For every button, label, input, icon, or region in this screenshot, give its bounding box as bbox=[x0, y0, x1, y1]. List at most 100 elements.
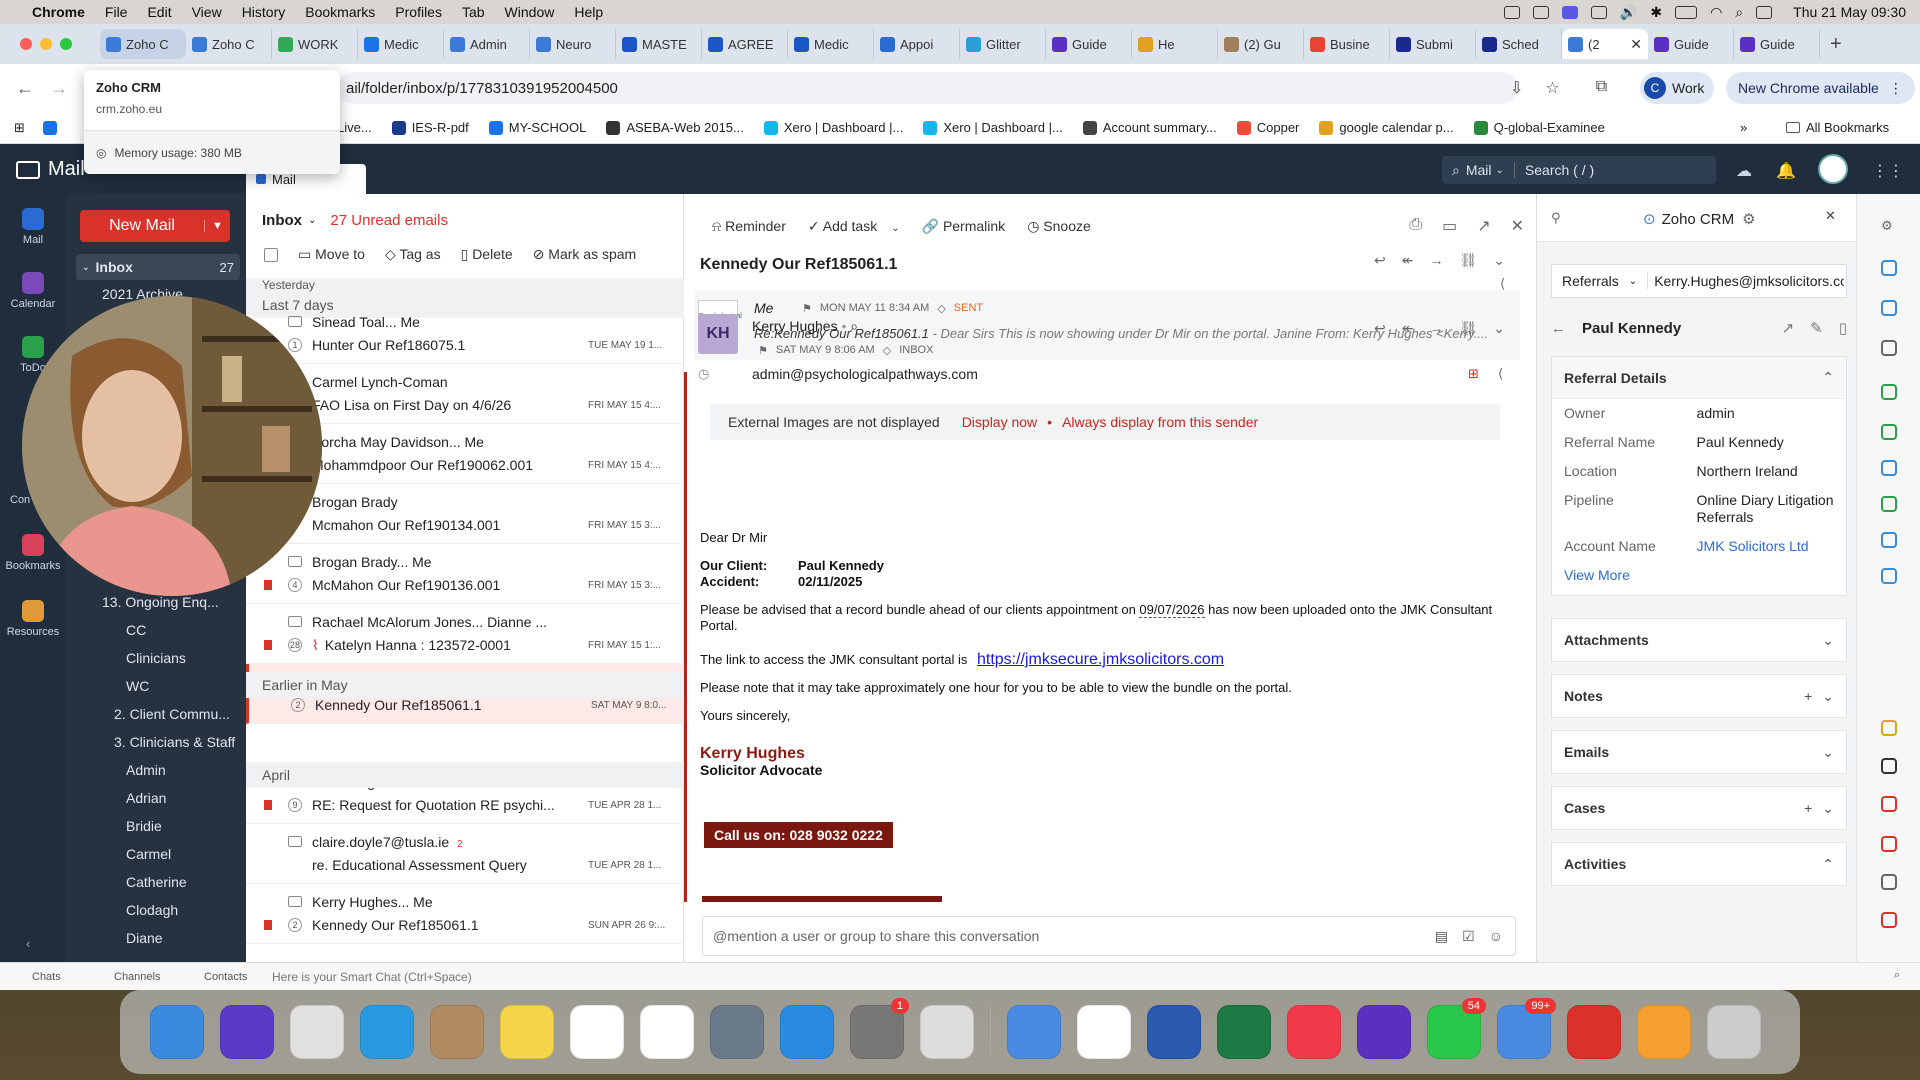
acrobat-icon[interactable] bbox=[1567, 1005, 1621, 1059]
popout-icon[interactable]: ↗ bbox=[1477, 216, 1490, 236]
more-bookmarks-chevron-icon[interactable]: » bbox=[1740, 120, 1747, 135]
update-chrome-button[interactable]: New Chrome available ⋮ bbox=[1726, 72, 1915, 104]
task-icon[interactable]: ☑ bbox=[1462, 928, 1475, 945]
status-icon[interactable] bbox=[1503, 5, 1520, 19]
search-icon[interactable]: ⌕ bbox=[1735, 4, 1743, 21]
forward-icon[interactable]: → bbox=[1429, 252, 1443, 269]
add-task-button[interactable]: ✓ Add task ⌄ bbox=[808, 218, 900, 235]
menu-app[interactable]: Chrome bbox=[32, 4, 85, 20]
browser-tab[interactable]: Submi bbox=[1390, 29, 1476, 59]
siri-icon[interactable] bbox=[220, 1005, 274, 1059]
mail-row[interactable]: 28 Rachael McAlorum Jones... Dianne ... ⌇ K… bbox=[246, 604, 684, 664]
reply-all-icon[interactable]: ↞ bbox=[1402, 320, 1414, 337]
minimize-window-button[interactable] bbox=[40, 38, 52, 50]
reminder-button[interactable]: ⍾ Reminder bbox=[712, 218, 786, 235]
chevron-down-icon[interactable]: ⌄ bbox=[308, 215, 316, 226]
music-icon[interactable] bbox=[1287, 1005, 1341, 1059]
status-icon[interactable] bbox=[1590, 5, 1607, 19]
profile-button[interactable]: C Work bbox=[1640, 72, 1715, 104]
folder-item[interactable]: Adrian bbox=[126, 790, 166, 806]
search-scope[interactable]: Mail bbox=[1466, 162, 1492, 178]
browser-tab[interactable]: AGREE bbox=[702, 29, 788, 59]
menu-view[interactable]: View bbox=[192, 4, 222, 20]
chats-tab[interactable]: Chats bbox=[32, 971, 61, 983]
pages-icon[interactable] bbox=[1637, 1005, 1691, 1059]
app-store-icon[interactable] bbox=[780, 1005, 834, 1059]
bell-icon[interactable]: 🔔 bbox=[1776, 161, 1796, 181]
flag-icon[interactable] bbox=[264, 920, 272, 930]
tag-icon[interactable]: ◇ bbox=[937, 302, 945, 315]
chevron-icon[interactable]: ⌄ bbox=[1822, 744, 1834, 760]
integration-icon[interactable] bbox=[1881, 836, 1897, 852]
flag-icon[interactable] bbox=[264, 800, 272, 810]
all-bookmarks-folder[interactable]: All Bookmarks bbox=[1786, 120, 1889, 135]
folder-item[interactable]: 3. Clinicians & Staff bbox=[114, 734, 235, 750]
trash-icon[interactable] bbox=[1707, 1005, 1761, 1059]
unread-emails-link[interactable]: 27 Unread emails bbox=[330, 212, 448, 229]
flag-icon[interactable]: ⚑ bbox=[802, 302, 812, 315]
browser-tab[interactable]: Guide bbox=[1046, 29, 1132, 59]
card-header[interactable]: Attachments ⌄ bbox=[1552, 619, 1846, 661]
browser-tab[interactable]: (2 ✕ bbox=[1562, 29, 1648, 59]
contacts-icon[interactable] bbox=[430, 1005, 484, 1059]
apps-grid-icon[interactable]: ⊞ bbox=[14, 120, 25, 136]
chevron-icon[interactable]: ⌄ bbox=[1822, 800, 1834, 816]
appointment-date[interactable]: 09/07/2026 bbox=[1139, 602, 1205, 618]
excel-icon[interactable] bbox=[1217, 1005, 1271, 1059]
permalink-button[interactable]: 🔗 Permalink bbox=[922, 218, 1006, 235]
portal-link[interactable]: https://jmksecure.jmksolicitors.com bbox=[977, 651, 1224, 668]
bookmark-item[interactable]: Copper bbox=[1236, 120, 1299, 135]
battery-icon[interactable] bbox=[1675, 5, 1698, 19]
screen-share-icon[interactable] bbox=[1561, 5, 1578, 19]
keychain-icon[interactable] bbox=[1007, 1005, 1061, 1059]
display-now-link[interactable]: Display now bbox=[962, 414, 1037, 430]
channels-tab[interactable]: Channels bbox=[114, 971, 160, 983]
folder-item[interactable]: Admin bbox=[126, 762, 166, 778]
trash-icon[interactable]: ▯ bbox=[1839, 319, 1847, 337]
contacts-tab[interactable]: Contacts bbox=[204, 971, 247, 983]
link-icon[interactable]: ⛓ bbox=[1459, 252, 1477, 269]
freeform-icon[interactable] bbox=[570, 1005, 624, 1059]
browser-tab[interactable]: Zoho C bbox=[186, 29, 272, 59]
browser-tab[interactable]: Medic bbox=[788, 29, 874, 59]
notion-icon[interactable] bbox=[640, 1005, 694, 1059]
folder-item[interactable]: Diane bbox=[126, 930, 163, 946]
chat-icon[interactable]: ▭ bbox=[1442, 216, 1457, 236]
safari-icon[interactable] bbox=[360, 1005, 414, 1059]
browser-tab[interactable]: Appoi bbox=[874, 29, 960, 59]
preview-icon[interactable] bbox=[710, 1005, 764, 1059]
mail-row[interactable]: 1 Sinead Toal... Me Hunter Our Ref186075.1… bbox=[246, 304, 684, 364]
sender-label[interactable]: Kerry Hughes bbox=[752, 318, 838, 334]
browser-tab[interactable]: (2) Gu bbox=[1218, 29, 1304, 59]
external-link-icon[interactable]: ↗ bbox=[1782, 319, 1795, 337]
browser-tab[interactable]: Sched bbox=[1476, 29, 1562, 59]
mark-spam-button[interactable]: ⊘ Mark as spam bbox=[533, 246, 637, 263]
app-grid-icon[interactable]: ⋮⋮ bbox=[1872, 161, 1904, 181]
card-header[interactable]: Referral Details ⌃ bbox=[1552, 357, 1846, 399]
current-folder[interactable]: Inbox bbox=[262, 212, 302, 229]
settings-icon[interactable]: ⚙ bbox=[1881, 218, 1893, 234]
folder-item[interactable]: Clodagh bbox=[126, 902, 178, 918]
view-more-link[interactable]: View More bbox=[1552, 561, 1846, 589]
chevron-down-icon[interactable]: ⌄ bbox=[1493, 252, 1505, 269]
volume-icon[interactable]: 🔊 bbox=[1620, 4, 1637, 21]
bookmark-item[interactable]: Account summary... bbox=[1082, 120, 1217, 135]
close-window-button[interactable] bbox=[20, 38, 32, 50]
menubar-datetime[interactable]: Thu 21 May 09:30 bbox=[1793, 4, 1906, 20]
menu-profiles[interactable]: Profiles bbox=[395, 4, 442, 20]
close-tab-icon[interactable]: ✕ bbox=[1630, 36, 1642, 53]
folder-item[interactable]: Bridie bbox=[126, 818, 162, 834]
lightning-icon[interactable] bbox=[1881, 758, 1897, 774]
crm-email-filter[interactable]: Kerry.Hughes@jmksolicitors.co bbox=[1648, 273, 1844, 289]
chevron-icon[interactable]: ⌃ bbox=[1822, 856, 1834, 872]
bookmark-star-icon[interactable]: ☆ bbox=[1545, 78, 1559, 98]
chevron-down-icon[interactable]: ⌄ bbox=[891, 223, 899, 234]
iphone-mirroring-icon[interactable] bbox=[920, 1005, 974, 1059]
bookmark-item[interactable]: Xero | Dashboard |... bbox=[923, 120, 1063, 135]
menu-bookmarks[interactable]: Bookmarks bbox=[305, 4, 375, 20]
share-icon[interactable]: ⟨ bbox=[1500, 276, 1505, 292]
browser-tab[interactable]: Guide bbox=[1734, 29, 1820, 59]
rail-resources[interactable]: Resources bbox=[0, 600, 66, 638]
chrome-icon[interactable] bbox=[1077, 1005, 1131, 1059]
forward-arrow-icon[interactable]: → bbox=[50, 78, 68, 99]
